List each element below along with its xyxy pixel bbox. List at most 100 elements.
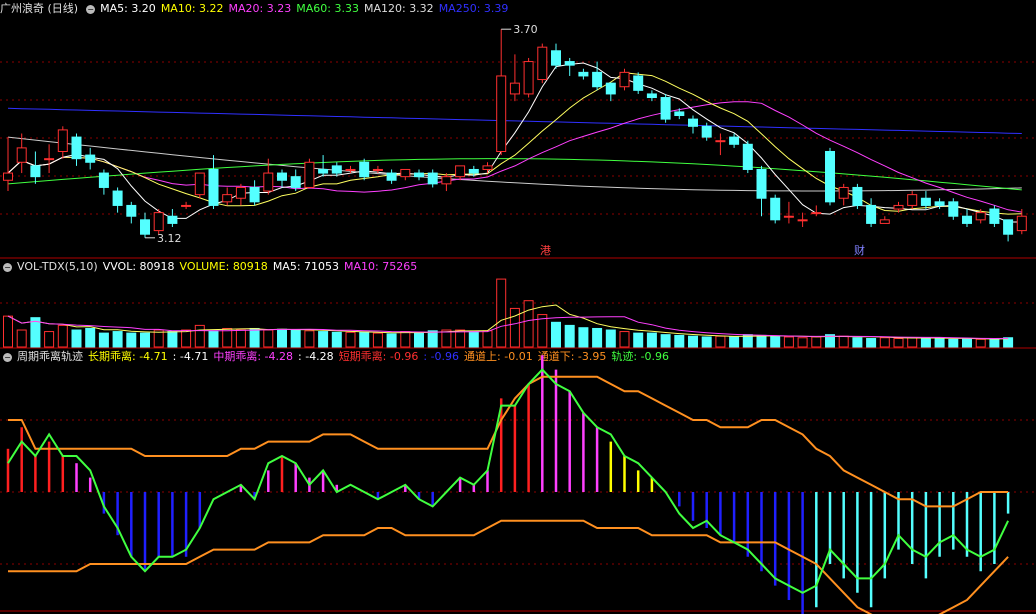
candle-body xyxy=(290,176,301,188)
volume-bar xyxy=(345,331,356,348)
candle-body xyxy=(509,82,520,95)
volume-bar xyxy=(551,321,561,348)
volume-bar xyxy=(646,332,657,348)
volume-bar xyxy=(112,331,123,348)
volume-bar xyxy=(934,338,945,348)
volume-bar xyxy=(400,331,411,348)
candle-body xyxy=(879,219,890,224)
candle-body xyxy=(304,161,315,188)
volume-bar xyxy=(304,330,315,348)
candle-body xyxy=(1016,215,1027,232)
high-price-label: 3.70 xyxy=(513,23,538,36)
volume-bar xyxy=(962,338,972,348)
candle-body xyxy=(852,186,863,206)
candle-body xyxy=(57,129,68,152)
candle-body xyxy=(85,154,96,163)
volume-bar xyxy=(852,337,863,348)
volume-bar xyxy=(16,329,27,348)
candle-body xyxy=(359,161,370,178)
candle-body xyxy=(194,172,205,196)
candle-body xyxy=(98,172,109,188)
candle-body xyxy=(140,219,150,235)
volume-bar xyxy=(290,329,301,348)
candle-body xyxy=(907,194,918,206)
volume-bar xyxy=(523,300,534,348)
volume-bar xyxy=(44,331,55,348)
volume-bar xyxy=(770,335,781,348)
candle-body xyxy=(372,168,383,171)
volume-bar xyxy=(414,331,424,348)
volume-bar xyxy=(85,327,96,348)
candle-body xyxy=(578,71,589,77)
candle-body xyxy=(674,111,685,117)
candle-body xyxy=(934,201,945,206)
candle-body xyxy=(181,204,192,207)
volume-bar xyxy=(715,335,726,348)
candle-body xyxy=(386,172,397,181)
candle-body xyxy=(742,143,753,170)
candle-body xyxy=(646,93,657,99)
candle-body xyxy=(208,168,219,206)
candle-body xyxy=(783,215,794,218)
candle-body xyxy=(441,176,452,185)
candle-body xyxy=(400,168,411,178)
volume-bar xyxy=(605,329,616,348)
volume-bar xyxy=(427,330,438,348)
candle-body xyxy=(605,82,616,95)
candle-body xyxy=(345,168,356,171)
volume-bar xyxy=(989,338,1000,348)
candle-body xyxy=(715,140,726,143)
volume-bar xyxy=(592,327,603,348)
volume-bar xyxy=(838,335,849,348)
volume-bar xyxy=(783,336,794,348)
volume-bar xyxy=(688,335,698,348)
volume-bar xyxy=(811,336,822,348)
volume-bar xyxy=(249,327,260,348)
volume-bar xyxy=(879,337,890,348)
candle-body xyxy=(427,172,438,185)
candle-body xyxy=(797,219,808,222)
volume-bar xyxy=(797,337,808,348)
volume-bar xyxy=(359,331,370,348)
channel-upper-line xyxy=(8,375,1009,508)
candle-body xyxy=(414,172,424,178)
candle-body xyxy=(277,172,287,181)
candle-body xyxy=(263,172,274,192)
candle-body xyxy=(468,168,479,174)
volume-bar xyxy=(98,332,109,348)
candle-body xyxy=(564,61,575,66)
candle-body xyxy=(893,204,904,210)
kline-chart[interactable]: 3.70 3.12 港 财 xyxy=(0,0,1036,614)
candle-body xyxy=(701,125,712,138)
volume-bar xyxy=(701,336,712,348)
candle-body xyxy=(496,75,507,152)
candle-body xyxy=(112,190,123,206)
candle-body xyxy=(537,46,548,81)
candle-body xyxy=(16,147,27,163)
volume-bar xyxy=(920,337,931,348)
candle-body xyxy=(3,172,13,181)
volume-bar xyxy=(181,329,192,348)
volume-bar xyxy=(893,338,904,348)
candle-body xyxy=(962,215,972,224)
candle-body xyxy=(660,97,671,120)
candle-body xyxy=(688,118,698,127)
candle-body xyxy=(756,168,767,199)
candle-body xyxy=(838,186,849,199)
candle-body xyxy=(592,71,603,88)
volume-bar xyxy=(496,278,507,348)
volume-bar xyxy=(140,332,150,348)
volume-bar xyxy=(907,337,918,348)
candle-body xyxy=(948,201,959,217)
volume-bar xyxy=(372,332,383,348)
candle-body xyxy=(249,186,260,203)
volume-bar xyxy=(866,338,877,348)
volume-bar xyxy=(674,334,685,348)
candle-body xyxy=(989,208,1000,224)
candle-body xyxy=(235,186,246,199)
candle-body xyxy=(455,165,466,178)
candle-body xyxy=(1003,219,1014,235)
candle-body xyxy=(729,136,740,145)
ma20-line xyxy=(7,101,1022,213)
volume-bar xyxy=(71,329,82,348)
